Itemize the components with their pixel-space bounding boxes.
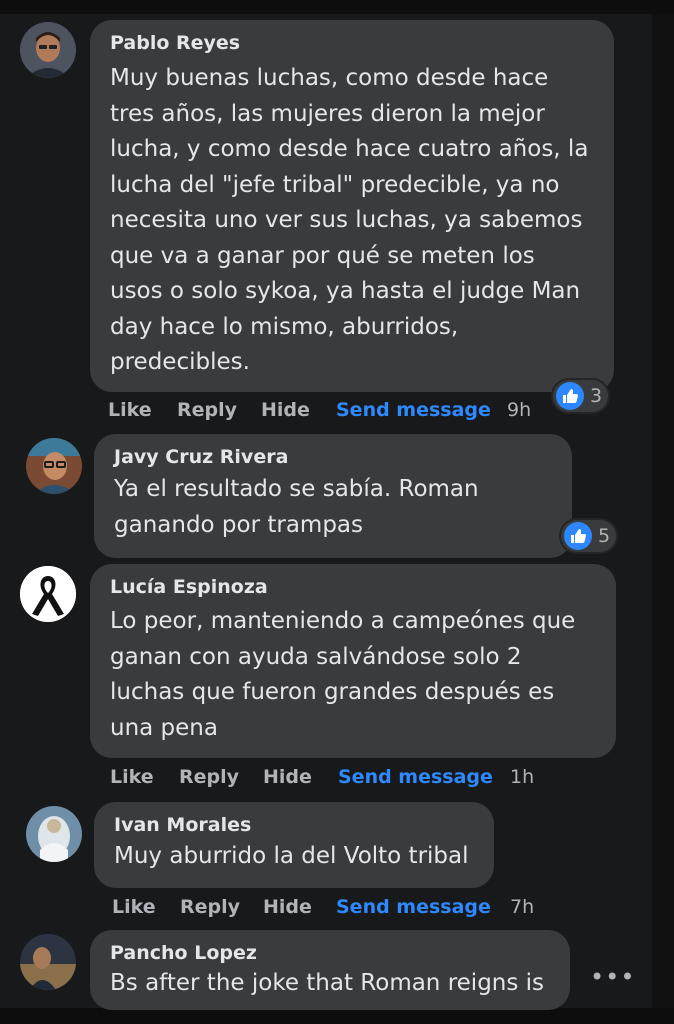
comment-bubble: Ivan Morales Muy aburrido la del Volto t… [94, 802, 494, 888]
like-button[interactable]: Like [110, 766, 154, 788]
comment-line: Muy aburrido la del Volto tribal [114, 843, 469, 869]
comment-line: Bs after the joke that Roman reigns is [110, 970, 545, 996]
comment-text: Lo peor, manteniendo a campeónes que gan… [110, 604, 596, 746]
comment-author[interactable]: Pancho Lopez [110, 940, 550, 966]
comment-timestamp[interactable]: 7h [510, 896, 534, 918]
like-button[interactable]: Like [108, 399, 152, 421]
comment-timestamp[interactable]: 9h [507, 399, 531, 421]
more-options-icon[interactable]: ••• [590, 963, 635, 991]
reply-button[interactable]: Reply [179, 766, 239, 788]
comment-line: Ya el resultado se sabía. Roman [114, 476, 479, 502]
comment-author[interactable]: Javy Cruz Rivera [114, 444, 552, 470]
comment-line: Lo peor, manteniendo a campeónes que [110, 608, 576, 634]
comment-line: ganando por trampas [114, 511, 364, 538]
hide-button[interactable]: Hide [263, 766, 312, 788]
like-button[interactable]: Like [112, 896, 156, 918]
reaction-count[interactable]: 5 [561, 520, 617, 552]
reaction-count-value: 3 [590, 385, 603, 407]
screen-bottom-edge [0, 1008, 674, 1024]
send-message-link[interactable]: Send message [336, 896, 491, 918]
reaction-count-value: 5 [598, 525, 611, 547]
scrollbar-track[interactable] [652, 14, 674, 1008]
comment-text: Bs after the joke that Roman reigns is [110, 966, 550, 1002]
avatar-javy-cruz-rivera[interactable] [26, 438, 82, 494]
comment-line: Muy buenas luchas, como desde hace [110, 65, 549, 91]
avatar-pancho-lopez[interactable] [20, 934, 76, 990]
comment-text: Muy buenas luchas, como desde hace tres … [110, 61, 594, 381]
comment-line: ganan con ayuda salvándose solo 2 [110, 643, 522, 670]
comment-bubble: Lucía Espinoza Lo peor, manteniendo a ca… [90, 564, 616, 758]
comment-text: Muy aburrido la del Volto tribal [114, 839, 474, 875]
comment-line: day hace lo mismo, aburridos, [110, 313, 459, 340]
send-message-link[interactable]: Send message [338, 766, 493, 788]
comment-line: una pena [110, 714, 218, 741]
hide-button[interactable]: Hide [261, 399, 310, 421]
comment-line: que va a ganar por qué se meten los [110, 242, 535, 269]
comment-author[interactable]: Pablo Reyes [110, 30, 594, 56]
like-thumb-icon [564, 522, 592, 550]
comment-bubble: Pablo Reyes Muy buenas luchas, como desd… [90, 20, 614, 392]
comment-author[interactable]: Lucía Espinoza [110, 574, 596, 600]
like-thumb-icon [556, 382, 584, 410]
avatar-pablo-reyes[interactable] [20, 22, 76, 78]
comment-line: luchas que fueron grandes después es [110, 679, 555, 705]
reply-button[interactable]: Reply [177, 399, 237, 421]
send-message-link[interactable]: Send message [336, 399, 491, 421]
comment-line: tres años, las mujeres dieron la mejor [110, 100, 545, 127]
mourning-ribbon-icon [20, 566, 76, 622]
comment-line: necesita uno ver sus luchas, ya sabemos [110, 207, 583, 233]
comment-line: usos o solo sykoa, ya hasta el judge Man [110, 278, 581, 304]
screen-top-edge [0, 0, 674, 14]
comment-line: lucha del "jefe tribal" predecible, ya n… [110, 171, 560, 198]
comment-author[interactable]: Ivan Morales [114, 812, 474, 838]
reaction-count[interactable]: 3 [553, 380, 609, 412]
avatar-ivan-morales[interactable] [26, 806, 82, 862]
comment-line: lucha, y como desde hace cuatro años, la [110, 136, 589, 162]
comment-line: predecibles. [110, 349, 250, 375]
comment-timestamp[interactable]: 1h [510, 766, 534, 788]
comment-text: Ya el resultado se sabía. Roman ganando … [114, 472, 552, 543]
comment-bubble: Javy Cruz Rivera Ya el resultado se sabí… [94, 434, 572, 558]
comment-bubble: Pancho Lopez Bs after the joke that Roma… [90, 930, 570, 1010]
reply-button[interactable]: Reply [180, 896, 240, 918]
avatar-lucia-espinoza[interactable] [20, 566, 76, 622]
hide-button[interactable]: Hide [263, 896, 312, 918]
